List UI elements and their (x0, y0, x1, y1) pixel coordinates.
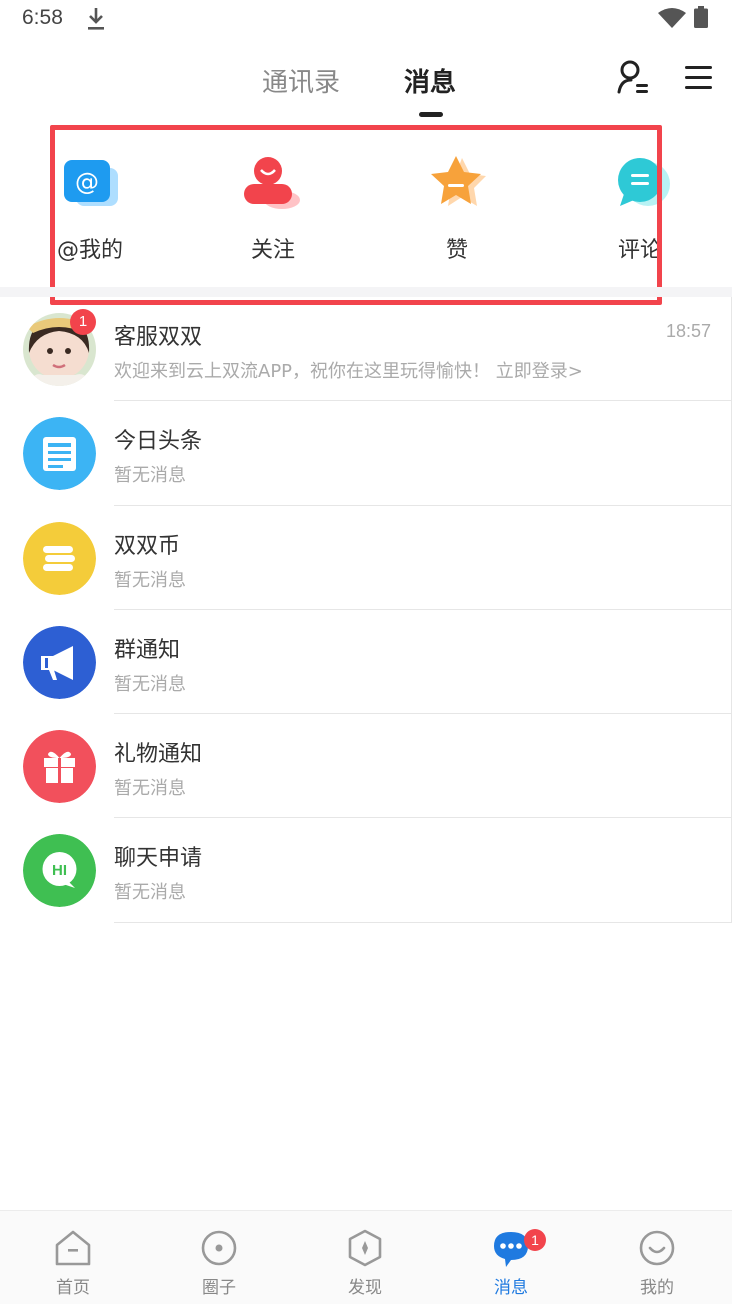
quick-item-follow[interactable]: 关注 (220, 124, 360, 286)
svg-text:@: @ (75, 168, 99, 196)
nav-discover[interactable]: 发现 (292, 1211, 438, 1304)
message-row-chat-request[interactable]: HI 聊天申请 暂无消息 (0, 818, 732, 923)
quick-item-at-me[interactable]: @ @我的 (40, 124, 180, 286)
nav-profile[interactable]: 我的 (584, 1211, 730, 1304)
message-row-gift-notice[interactable]: 礼物通知 暂无消息 (0, 714, 732, 819)
profile-icon (639, 1230, 675, 1266)
message-title: 礼物通知 (114, 742, 203, 768)
quick-label-follow: 关注 (251, 238, 296, 263)
quick-item-likes[interactable]: 赞 (404, 124, 544, 286)
hi-chat-icon: HI (23, 834, 96, 908)
message-row-coins[interactable]: 双双币 暂无消息 (0, 505, 732, 610)
message-row-headlines[interactable]: 今日头条 暂无消息 (0, 401, 732, 506)
nav-label-circle: 圈子 (202, 1278, 236, 1298)
message-title: 群通知 (114, 637, 181, 663)
battery-icon (694, 6, 708, 28)
message-time: 18:57 (665, 321, 711, 341)
svg-text:HI: HI (52, 862, 67, 879)
wifi-icon (658, 8, 686, 28)
nav-circle[interactable]: 圈子 (146, 1211, 292, 1304)
newspaper-icon (23, 417, 96, 491)
coin-stack-icon (23, 521, 96, 595)
row-divider (114, 921, 731, 923)
contacts-manage-icon[interactable] (614, 58, 654, 98)
megaphone-icon (23, 625, 96, 699)
status-time: 6:58 (22, 6, 63, 29)
circle-icon (201, 1230, 237, 1266)
top-header: 通讯录 消息 (0, 44, 732, 122)
message-preview: 暂无消息 (114, 882, 186, 904)
nav-label-profile: 我的 (640, 1278, 674, 1298)
status-bar: 6:58 (0, 0, 732, 40)
at-icon: @ (64, 160, 118, 206)
nav-label-messages: 消息 (494, 1278, 528, 1298)
message-row-customer-service[interactable]: 1 客服双双 欢迎来到云上双流APP，祝你在这里玩得愉快！ 立即登录> 18:5… (0, 297, 732, 402)
tab-messages[interactable]: 消息 (404, 62, 456, 99)
compass-icon (348, 1229, 382, 1267)
message-row-group-notice[interactable]: 群通知 暂无消息 (0, 609, 732, 715)
message-title: 今日头条 (114, 429, 203, 455)
nav-label-home: 首页 (56, 1278, 90, 1298)
follow-user-icon (244, 157, 300, 209)
message-preview: 暂无消息 (114, 465, 186, 487)
bottom-nav: 首页 圈子 发现 1 消息 我的 (0, 1210, 732, 1304)
message-preview: 暂无消息 (114, 673, 186, 695)
quick-actions-bar: @ @我的 关注 赞 评论 (0, 124, 732, 286)
message-preview: 暂无消息 (114, 778, 186, 800)
message-title: 聊天申请 (114, 846, 203, 872)
download-icon (88, 8, 104, 30)
unread-badge: 1 (70, 309, 96, 335)
message-title: 客服双双 (114, 325, 203, 350)
comment-bubble-icon (618, 158, 670, 206)
message-title: 双双币 (114, 533, 181, 559)
quick-item-comments[interactable]: 评论 (592, 124, 732, 286)
star-like-icon (431, 156, 486, 206)
gift-icon (23, 730, 96, 804)
section-divider (0, 287, 732, 297)
menu-icon[interactable] (682, 64, 716, 92)
quick-label-at-me: @我的 (57, 238, 124, 263)
tab-contacts[interactable]: 通讯录 (262, 62, 340, 99)
nav-label-discover: 发现 (348, 1278, 382, 1298)
quick-label-likes: 赞 (446, 238, 469, 263)
nav-home[interactable]: 首页 (0, 1211, 146, 1304)
nav-unread-badge: 1 (524, 1229, 546, 1251)
message-preview: 欢迎来到云上双流APP，祝你在这里玩得愉快！ 立即登录> (114, 361, 583, 382)
home-icon (55, 1230, 91, 1266)
nav-messages[interactable]: 1 消息 (438, 1211, 584, 1304)
active-tab-indicator (419, 112, 443, 117)
message-preview: 暂无消息 (114, 569, 186, 591)
message-list: 1 客服双双 欢迎来到云上双流APP，祝你在这里玩得愉快！ 立即登录> 18:5… (0, 297, 732, 923)
quick-label-comments: 评论 (618, 238, 663, 263)
